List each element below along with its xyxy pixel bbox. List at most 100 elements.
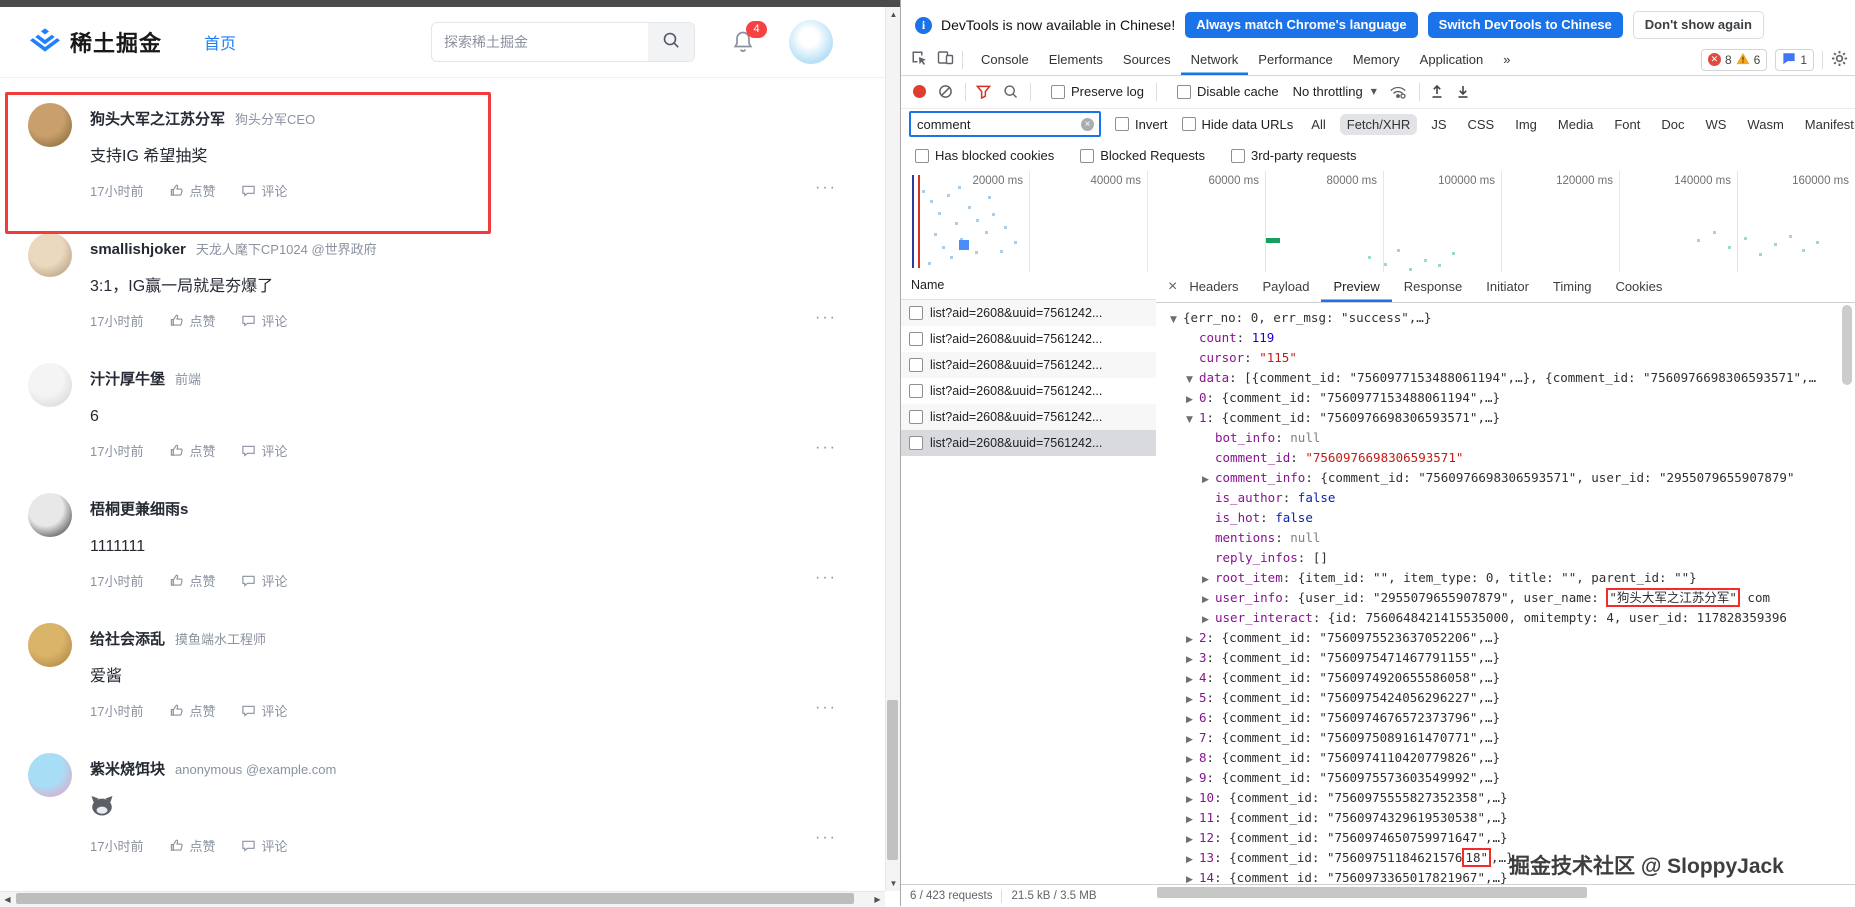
tree-expand-arrow[interactable]: ▼	[1186, 370, 1199, 390]
site-vertical-scrollbar-thumb[interactable]	[887, 700, 898, 860]
more-options-button[interactable]: ···	[815, 309, 837, 327]
switch-devtools-chinese-button[interactable]: Switch DevTools to Chinese	[1428, 12, 1623, 38]
clear-filter-icon[interactable]: ×	[1081, 118, 1094, 131]
filter-type-all[interactable]: All	[1304, 114, 1332, 135]
reply-button[interactable]: 评论	[241, 836, 287, 855]
tree-expand-arrow[interactable]: ▶	[1186, 870, 1199, 884]
request-row[interactable]: list?aid=2608&uuid=7561242...	[901, 404, 1156, 430]
user-avatar[interactable]	[789, 20, 833, 64]
filter-type-font[interactable]: Font	[1607, 114, 1647, 135]
issues-badge-group[interactable]: ✕ 8 6	[1701, 49, 1767, 71]
tree-expand-arrow[interactable]: ▶	[1186, 390, 1199, 410]
checkbox-icon[interactable]	[909, 358, 923, 372]
tree-expand-arrow[interactable]: ▶	[1186, 830, 1199, 850]
comment-author[interactable]: 紫米烧饵块	[90, 761, 165, 778]
scroll-down-arrow-icon[interactable]: ▼	[886, 879, 901, 888]
filter-type-fetchxhr[interactable]: Fetch/XHR	[1340, 114, 1418, 135]
filter-type-js[interactable]: JS	[1424, 114, 1453, 135]
like-button[interactable]: 点赞	[169, 571, 215, 590]
scroll-left-arrow-icon[interactable]: ◀	[0, 895, 15, 904]
dont-show-again-button[interactable]: Don't show again	[1633, 11, 1764, 39]
messages-badge-group[interactable]: 1	[1775, 49, 1814, 71]
avatar[interactable]	[28, 623, 72, 667]
hide-data-urls-checkbox[interactable]: Hide data URLs	[1182, 117, 1294, 132]
tree-expand-arrow[interactable]: ▶	[1202, 610, 1215, 630]
tree-expand-arrow[interactable]: ▼	[1186, 410, 1199, 430]
comment-author[interactable]: smallishjoker	[90, 241, 186, 258]
tree-expand-arrow[interactable]: ▶	[1202, 590, 1215, 610]
network-conditions-icon[interactable]	[1389, 84, 1407, 99]
tree-expand-arrow[interactable]: ▶	[1202, 570, 1215, 590]
more-options-button[interactable]: ···	[815, 829, 837, 847]
like-button[interactable]: 点赞	[169, 441, 215, 460]
request-row[interactable]: list?aid=2608&uuid=7561242...	[901, 300, 1156, 326]
checkbox-icon[interactable]	[909, 410, 923, 424]
reply-button[interactable]: 评论	[241, 181, 287, 200]
nav-home-link[interactable]: 首页	[204, 30, 236, 54]
disable-cache-checkbox[interactable]: Disable cache	[1177, 84, 1279, 99]
settings-gear-icon[interactable]	[1831, 50, 1848, 70]
throttling-select[interactable]: No throttling	[1293, 84, 1363, 99]
tree-expand-arrow[interactable]: ▶	[1186, 670, 1199, 690]
tab-[interactable]: »	[1493, 44, 1520, 75]
tab-console[interactable]: Console	[971, 44, 1039, 75]
like-button[interactable]: 点赞	[169, 836, 215, 855]
device-toolbar-icon[interactable]	[937, 50, 954, 69]
record-button[interactable]	[913, 85, 926, 98]
inspect-element-icon[interactable]	[911, 50, 927, 69]
request-row[interactable]: list?aid=2608&uuid=7561242...	[901, 378, 1156, 404]
tree-expand-arrow[interactable]: ▶	[1186, 630, 1199, 650]
tab-network[interactable]: Network	[1181, 44, 1249, 75]
comment-author[interactable]: 汁汁厚牛堡	[90, 371, 165, 388]
avatar[interactable]	[28, 233, 72, 277]
filter-icon[interactable]	[976, 85, 991, 99]
detail-tab-cookies[interactable]: Cookies	[1603, 272, 1674, 302]
avatar[interactable]	[28, 753, 72, 797]
import-har-icon[interactable]	[1430, 84, 1444, 99]
like-button[interactable]: 点赞	[169, 701, 215, 720]
search-network-icon[interactable]	[1003, 84, 1018, 99]
filter-input[interactable]	[911, 117, 1081, 132]
reply-button[interactable]: 评论	[241, 441, 287, 460]
network-overview-timeline[interactable]: 20000 ms40000 ms60000 ms80000 ms100000 m…	[901, 171, 1855, 273]
clear-icon[interactable]	[938, 84, 953, 99]
scroll-up-arrow-icon[interactable]: ▲	[886, 10, 901, 19]
comment-author[interactable]: 狗头大军之江苏分军	[90, 111, 225, 128]
tree-expand-arrow[interactable]: ▶	[1202, 470, 1215, 490]
tree-expand-arrow[interactable]: ▶	[1186, 750, 1199, 770]
preserve-log-checkbox[interactable]: Preserve log	[1051, 84, 1144, 99]
tree-expand-arrow[interactable]: ▶	[1186, 770, 1199, 790]
request-row[interactable]: list?aid=2608&uuid=7561242...	[901, 430, 1156, 456]
more-options-button[interactable]: ···	[815, 569, 837, 587]
comment-author[interactable]: 给社会添乱	[90, 631, 165, 648]
tab-sources[interactable]: Sources	[1113, 44, 1181, 75]
reply-button[interactable]: 评论	[241, 571, 287, 590]
tree-expand-arrow[interactable]: ▶	[1186, 850, 1199, 870]
request-row[interactable]: list?aid=2608&uuid=7561242...	[901, 326, 1156, 352]
tree-expand-arrow[interactable]: ▼	[1170, 310, 1183, 330]
tab-application[interactable]: Application	[1410, 44, 1494, 75]
site-logo[interactable]: 稀土掘金	[30, 26, 162, 58]
tree-expand-arrow[interactable]: ▶	[1186, 650, 1199, 670]
detail-tab-headers[interactable]: Headers	[1177, 272, 1250, 302]
tree-expand-arrow[interactable]: ▶	[1186, 810, 1199, 830]
reply-button[interactable]: 评论	[241, 311, 287, 330]
filter-type-css[interactable]: CSS	[1461, 114, 1502, 135]
detail-tab-initiator[interactable]: Initiator	[1474, 272, 1541, 302]
detail-tab-payload[interactable]: Payload	[1250, 272, 1321, 302]
more-options-button[interactable]: ···	[815, 439, 837, 457]
search-button[interactable]	[648, 23, 694, 61]
tree-expand-arrow[interactable]: ▶	[1186, 790, 1199, 810]
site-horizontal-scrollbar-thumb[interactable]	[16, 893, 854, 904]
name-column-header[interactable]: Name	[901, 272, 1156, 300]
filter-type-wasm[interactable]: Wasm	[1740, 114, 1790, 135]
like-button[interactable]: 点赞	[169, 181, 215, 200]
close-detail-icon[interactable]: ×	[1168, 278, 1177, 296]
third-party-requests-checkbox[interactable]: 3rd-party requests	[1231, 148, 1357, 163]
scroll-right-arrow-icon[interactable]: ▶	[870, 895, 885, 904]
avatar[interactable]	[28, 493, 72, 537]
tree-expand-arrow[interactable]: ▶	[1186, 710, 1199, 730]
filter-type-img[interactable]: Img	[1508, 114, 1544, 135]
more-options-button[interactable]: ···	[815, 179, 837, 197]
tab-elements[interactable]: Elements	[1039, 44, 1113, 75]
